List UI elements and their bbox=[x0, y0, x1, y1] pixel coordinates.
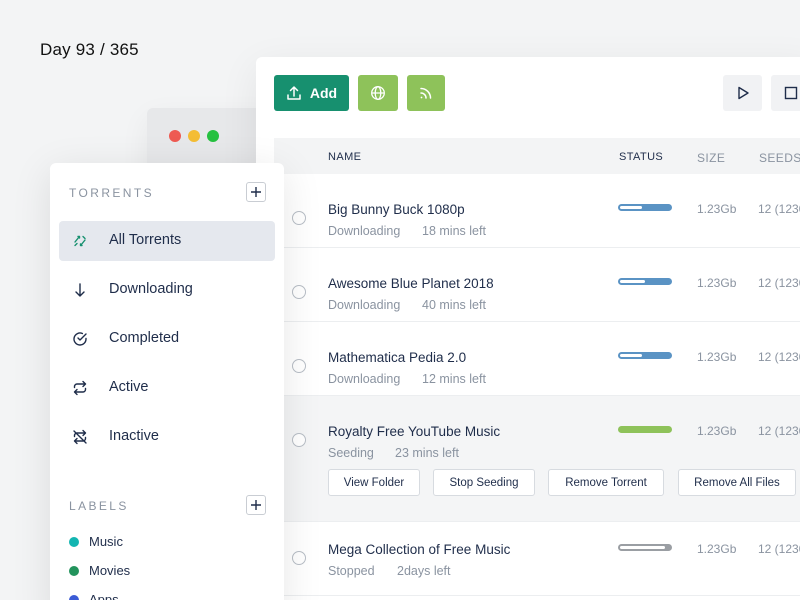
progress-bar bbox=[618, 544, 672, 551]
torrent-size: 1.23Gb bbox=[697, 202, 737, 216]
sidebar-item-label: Active bbox=[109, 379, 149, 395]
torrent-time-left: 2days left bbox=[397, 564, 451, 578]
sidebar-item-label: All Torrents bbox=[109, 232, 182, 248]
torrent-size: 1.23Gb bbox=[697, 350, 737, 364]
label-text: Apps bbox=[89, 592, 119, 600]
torrent-list-panel: Add NAME STATUS SIZE SEEDS Big Bunny Buc… bbox=[256, 57, 800, 600]
remove-all-files-button[interactable]: Remove All Files bbox=[678, 469, 796, 496]
view-folder-button[interactable]: View Folder bbox=[328, 469, 420, 496]
sidebar: TORRENTS All Torrents Downloading Comple… bbox=[50, 163, 284, 600]
torrent-seeds: 12 (1230) bbox=[758, 424, 800, 438]
torrents-section-title: TORRENTS bbox=[69, 186, 154, 200]
row-select-radio[interactable] bbox=[292, 211, 306, 225]
table-row[interactable]: Awesome Blue Planet 2018 Downloading 40 … bbox=[256, 248, 800, 322]
torrent-name: Mega Collection of Free Music bbox=[328, 542, 511, 557]
torrent-state: Stopped bbox=[328, 564, 375, 578]
rss-icon bbox=[420, 87, 432, 99]
add-button[interactable]: Add bbox=[274, 75, 349, 111]
table-row[interactable]: Big Bunny Buck 1080p Downloading 18 mins… bbox=[256, 174, 800, 248]
torrent-seeds: 12 (1230) bbox=[758, 202, 800, 216]
torrent-seeds: 12 (1230) bbox=[758, 276, 800, 290]
plus-icon bbox=[251, 187, 261, 197]
sidebar-item-downloading[interactable]: Downloading bbox=[59, 270, 275, 310]
plus-icon bbox=[251, 500, 261, 510]
close-window-dot[interactable] bbox=[169, 130, 181, 142]
sidebar-item-active[interactable]: Active bbox=[59, 368, 275, 408]
upload-icon bbox=[287, 86, 301, 100]
sidebar-item-label: Inactive bbox=[109, 428, 159, 444]
progress-bar bbox=[618, 426, 672, 433]
label-color-dot bbox=[69, 595, 79, 600]
torrent-time-left: 12 mins left bbox=[422, 372, 486, 386]
progress-bar bbox=[618, 352, 672, 359]
stop-button[interactable] bbox=[771, 75, 800, 111]
label-color-dot bbox=[69, 537, 79, 547]
label-text: Music bbox=[89, 534, 123, 549]
torrent-state: Downloading bbox=[328, 298, 401, 312]
torrent-name: Awesome Blue Planet 2018 bbox=[328, 276, 494, 291]
torrent-size: 1.23Gb bbox=[697, 542, 737, 556]
torrent-name: Royalty Free YouTube Music bbox=[328, 424, 501, 439]
row-select-radio[interactable] bbox=[292, 551, 306, 565]
labels-section-title: LABELS bbox=[69, 499, 129, 513]
sidebar-item-all-torrents[interactable]: All Torrents bbox=[59, 221, 275, 261]
torrent-name: Big Bunny Buck 1080p bbox=[328, 202, 465, 217]
table-row-expanded[interactable]: Royalty Free YouTube Music Seeding 23 mi… bbox=[256, 396, 800, 522]
all-torrents-icon bbox=[74, 235, 86, 247]
arrow-down-icon bbox=[75, 283, 85, 297]
day-counter: Day 93 / 365 bbox=[40, 40, 139, 59]
label-text: Movies bbox=[89, 563, 131, 578]
progress-bar bbox=[618, 204, 672, 211]
sidebar-item-completed[interactable]: Completed bbox=[59, 319, 275, 359]
table-row[interactable]: Mega Collection of Free Music Stopped 2d… bbox=[256, 522, 800, 596]
globe-icon bbox=[371, 86, 385, 100]
torrent-state: Seeding bbox=[328, 446, 374, 460]
add-label-button[interactable] bbox=[246, 495, 266, 515]
table-header: NAME STATUS SIZE SEEDS bbox=[274, 138, 800, 174]
row-select-radio[interactable] bbox=[292, 285, 306, 299]
remove-torrent-button[interactable]: Remove Torrent bbox=[548, 469, 664, 496]
torrent-state: Downloading bbox=[328, 372, 401, 386]
add-torrent-category-button[interactable] bbox=[246, 182, 266, 202]
stop-seeding-button[interactable]: Stop Seeding bbox=[433, 469, 535, 496]
minimize-window-dot[interactable] bbox=[188, 130, 200, 142]
sidebar-item-label: Downloading bbox=[109, 281, 193, 297]
torrent-state: Downloading bbox=[328, 224, 401, 238]
maximize-window-dot[interactable] bbox=[207, 130, 219, 142]
repeat-off-icon bbox=[73, 429, 87, 445]
add-url-button[interactable] bbox=[358, 75, 398, 111]
torrent-time-left: 23 mins left bbox=[395, 446, 459, 460]
repeat-icon bbox=[73, 380, 87, 396]
label-color-dot bbox=[69, 566, 79, 576]
sidebar-item-label: Completed bbox=[109, 330, 180, 346]
add-button-label: Add bbox=[309, 85, 338, 101]
torrent-seeds: 12 (1230) bbox=[758, 350, 800, 364]
table-row[interactable]: Mathematica Pedia 2.0 Downloading 12 min… bbox=[256, 322, 800, 396]
column-header-seeds[interactable]: SEEDS bbox=[759, 151, 800, 165]
torrent-time-left: 18 mins left bbox=[422, 224, 486, 238]
torrent-size: 1.23Gb bbox=[697, 276, 737, 290]
check-circle-icon bbox=[73, 332, 87, 346]
start-button[interactable] bbox=[723, 75, 762, 111]
torrent-seeds: 12 (1230) bbox=[758, 542, 800, 556]
progress-bar bbox=[618, 278, 672, 285]
torrent-time-left: 40 mins left bbox=[422, 298, 486, 312]
row-select-radio[interactable] bbox=[292, 359, 306, 373]
column-header-size[interactable]: SIZE bbox=[697, 151, 725, 165]
torrent-name: Mathematica Pedia 2.0 bbox=[328, 350, 467, 365]
column-header-name[interactable]: NAME bbox=[328, 151, 361, 163]
row-select-radio[interactable] bbox=[292, 433, 306, 447]
column-header-status[interactable]: STATUS bbox=[619, 151, 663, 163]
torrent-size: 1.23Gb bbox=[697, 424, 737, 438]
play-icon bbox=[737, 86, 749, 100]
sidebar-item-inactive[interactable]: Inactive bbox=[59, 417, 275, 457]
rss-feed-button[interactable] bbox=[407, 75, 445, 111]
stop-icon bbox=[784, 86, 797, 100]
